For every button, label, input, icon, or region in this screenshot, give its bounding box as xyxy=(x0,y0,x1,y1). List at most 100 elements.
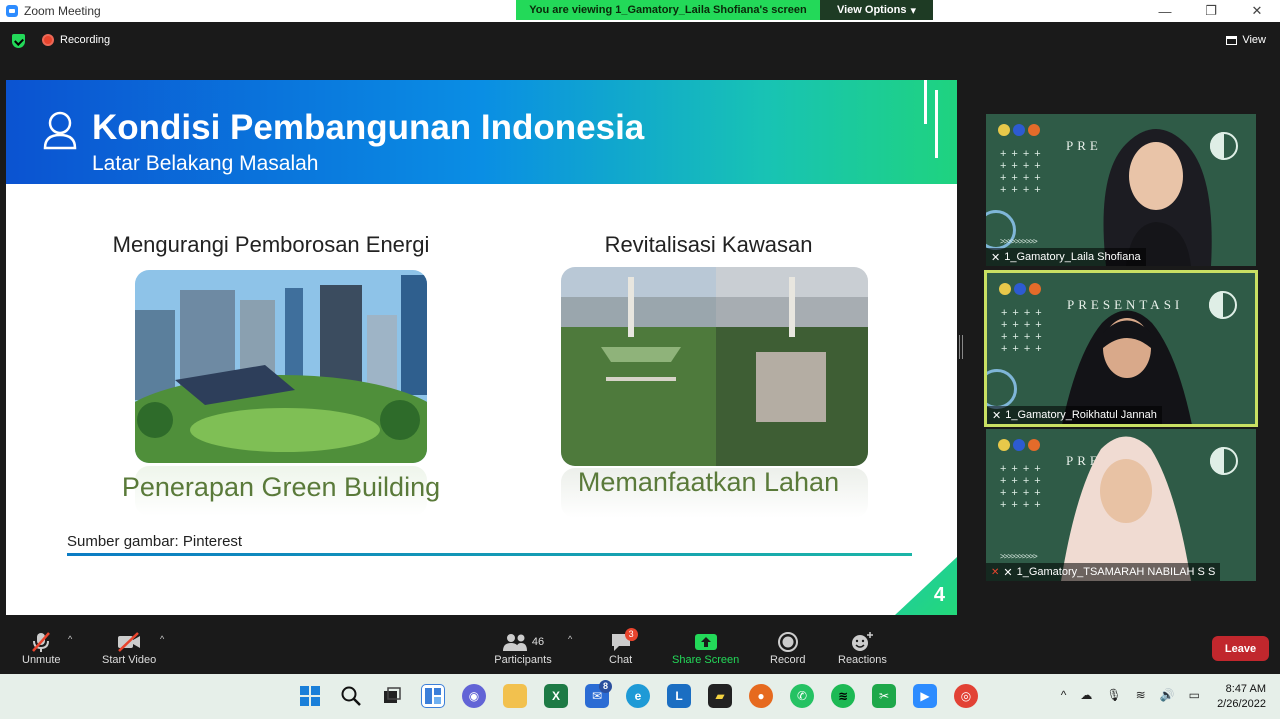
record-label: Record xyxy=(770,654,806,666)
meeting-topbar: Recording View xyxy=(0,22,1280,60)
zoom-app-icon[interactable]: ▶ xyxy=(913,684,937,708)
leave-button[interactable]: Leave xyxy=(1212,636,1269,661)
snipping-tool-icon[interactable]: ✂ xyxy=(872,684,896,708)
decor-arc xyxy=(987,369,1017,409)
reactions-label: Reactions xyxy=(838,654,887,666)
participants-button[interactable]: 46 Participants xyxy=(494,630,552,666)
decor-chevrons: >>>>>>>>>> xyxy=(1000,552,1038,561)
participant-nameplate: ✕ 1_Gamatory_Laila Shofiana xyxy=(986,248,1146,266)
wifi-icon[interactable]: ≋ xyxy=(1136,688,1146,702)
windows-taskbar: ◉ X ✉ 8 e L ▰ ● ✆ ≋ ✂ ▶ ◎ ^ ☁ 🎙 ≋ 🔊 ▭ 8:4… xyxy=(0,674,1280,719)
unmute-button[interactable]: Unmute xyxy=(22,630,61,666)
audio-options-caret-icon[interactable]: ^ xyxy=(68,634,72,644)
participants-count: 46 xyxy=(531,636,545,648)
widgets-icon[interactable] xyxy=(421,684,445,708)
security-shield-icon[interactable] xyxy=(12,34,25,48)
smiley-add-icon xyxy=(852,632,874,651)
chat-button[interactable]: 3 Chat xyxy=(609,628,638,666)
slide-page-number: 4 xyxy=(933,584,945,606)
pin-icon: ✕ xyxy=(1003,566,1013,579)
reactions-button[interactable]: Reactions xyxy=(838,630,887,666)
record-button[interactable]: Record xyxy=(770,630,805,666)
chevron-down-icon: ▾ xyxy=(910,4,916,17)
participants-options-caret-icon[interactable]: ^ xyxy=(568,634,572,644)
slide-header: Kondisi Pembangunan Indonesia Latar Bela… xyxy=(6,80,957,184)
mail-badge: 8 xyxy=(599,680,613,693)
unmute-label: Unmute xyxy=(22,654,61,666)
shared-screen-slide: Kondisi Pembangunan Indonesia Latar Bela… xyxy=(6,80,957,615)
pin-icon: ✕ xyxy=(991,251,1001,264)
viewing-banner: You are viewing 1_Gamatory_Laila Shofian… xyxy=(516,0,820,20)
launcher-l-icon[interactable]: L xyxy=(667,684,691,708)
whatsapp-icon[interactable]: ✆ xyxy=(790,684,814,708)
file-explorer-icon[interactable] xyxy=(503,684,527,708)
spotify-icon[interactable]: ≋ xyxy=(831,684,855,708)
minimize-button[interactable]: — xyxy=(1142,0,1188,22)
search-icon[interactable] xyxy=(339,684,363,708)
participant-nameplate: ✕ 1_Gamatory_Roikhatul Jannah xyxy=(987,406,1162,424)
edge-browser-icon[interactable]: e xyxy=(626,684,650,708)
mail-icon[interactable]: ✉ 8 xyxy=(585,680,613,708)
user-outline-icon xyxy=(43,111,77,150)
decor-bar xyxy=(924,80,927,124)
participants-label: Participants xyxy=(494,654,552,666)
mic-muted-icon xyxy=(32,632,51,652)
excel-icon[interactable]: X xyxy=(544,684,568,708)
participant-name: 1_Gamatory_TSAMARAH NABILAH S S xyxy=(1016,566,1216,578)
tile-logos xyxy=(998,439,1040,451)
participant-video-tile[interactable]: PRE ++++ ++++ ++++ ++++ >>>>>>>>>> ✕ 1_Gama… xyxy=(986,114,1256,266)
participant-video xyxy=(1061,436,1191,581)
tile-logos xyxy=(999,283,1041,295)
decor-ring xyxy=(1209,291,1237,319)
recording-indicator: Recording xyxy=(42,34,110,46)
show-hidden-icons-icon[interactable]: ^ xyxy=(1061,688,1067,702)
plus-pattern: ++++ ++++ ++++ ++++ xyxy=(1001,307,1047,355)
chat-unread-badge: 3 xyxy=(624,628,638,641)
start-video-button[interactable]: Start Video xyxy=(102,630,156,666)
sticky-notes-icon[interactable]: ▰ xyxy=(708,684,732,708)
battery-icon[interactable]: ▭ xyxy=(1189,688,1200,702)
view-options-button[interactable]: View Options ▾ xyxy=(820,0,933,20)
participant-video-tile-active[interactable]: PRESENTASI ++++ ++++ ++++ ++++ ✕ 1_Gamatory… xyxy=(984,270,1258,427)
meeting-toolbar: Unmute ^ Start Video ^ 46 Participants ^ xyxy=(0,626,1280,674)
windows-start-icon[interactable] xyxy=(298,684,322,708)
plus-pattern: ++++ ++++ ++++ ++++ xyxy=(1000,463,1046,511)
slide-subtitle: Latar Belakang Masalah xyxy=(92,152,319,175)
restore-button[interactable]: ❐ xyxy=(1188,0,1234,22)
chat-label: Chat xyxy=(609,654,633,666)
taskbar-clock[interactable]: 8:47 AM 2/26/2022 xyxy=(1217,682,1266,712)
chrome-icon[interactable]: ◎ xyxy=(954,684,978,708)
decor-ring xyxy=(1210,447,1238,475)
recording-label: Recording xyxy=(60,34,111,46)
close-button[interactable]: ✕ xyxy=(1234,0,1280,22)
participant-video-tile[interactable]: PRE ++++ ++++ ++++ ++++ >>>>>>>>>> ✕ ✕ 1_Ga… xyxy=(986,429,1256,581)
view-options-label: View Options xyxy=(836,4,907,16)
page-corner-decor xyxy=(895,557,957,615)
participant-nameplate: ✕ ✕ 1_Gamatory_TSAMARAH NABILAH S S xyxy=(986,563,1221,581)
monas-revitalization-image xyxy=(561,267,868,466)
decor-bar xyxy=(935,90,938,158)
view-label: View xyxy=(1242,34,1266,46)
app-title: Zoom Meeting xyxy=(6,4,101,18)
task-view-icon[interactable] xyxy=(380,684,404,708)
panel-resize-handle[interactable] xyxy=(959,335,963,359)
volume-icon[interactable]: 🔊 xyxy=(1160,688,1175,702)
participant-video xyxy=(1103,129,1212,266)
share-screen-button[interactable]: Share Screen xyxy=(672,630,739,666)
microphone-icon[interactable]: 🎙 xyxy=(1106,688,1121,702)
recording-dot-icon xyxy=(42,34,54,46)
right-caption: Memanfaatkan Lahan xyxy=(577,467,840,497)
tile-logos xyxy=(998,124,1040,136)
participant-video xyxy=(1062,310,1192,424)
view-button[interactable]: View xyxy=(1226,34,1266,46)
slide-title: Kondisi Pembangunan Indonesia xyxy=(92,108,645,147)
firefox-icon[interactable]: ● xyxy=(749,684,773,708)
image-source-note: Sumber gambar: Pinterest xyxy=(67,533,243,550)
start-video-label: Start Video xyxy=(102,654,157,666)
onedrive-cloud-icon[interactable]: ☁ xyxy=(1080,688,1092,702)
video-options-caret-icon[interactable]: ^ xyxy=(160,634,164,644)
share-screen-icon xyxy=(694,634,717,650)
plus-pattern: ++++ ++++ ++++ ++++ xyxy=(1000,148,1046,196)
green-building-image xyxy=(135,270,427,463)
teams-chat-icon[interactable]: ◉ xyxy=(462,684,486,708)
